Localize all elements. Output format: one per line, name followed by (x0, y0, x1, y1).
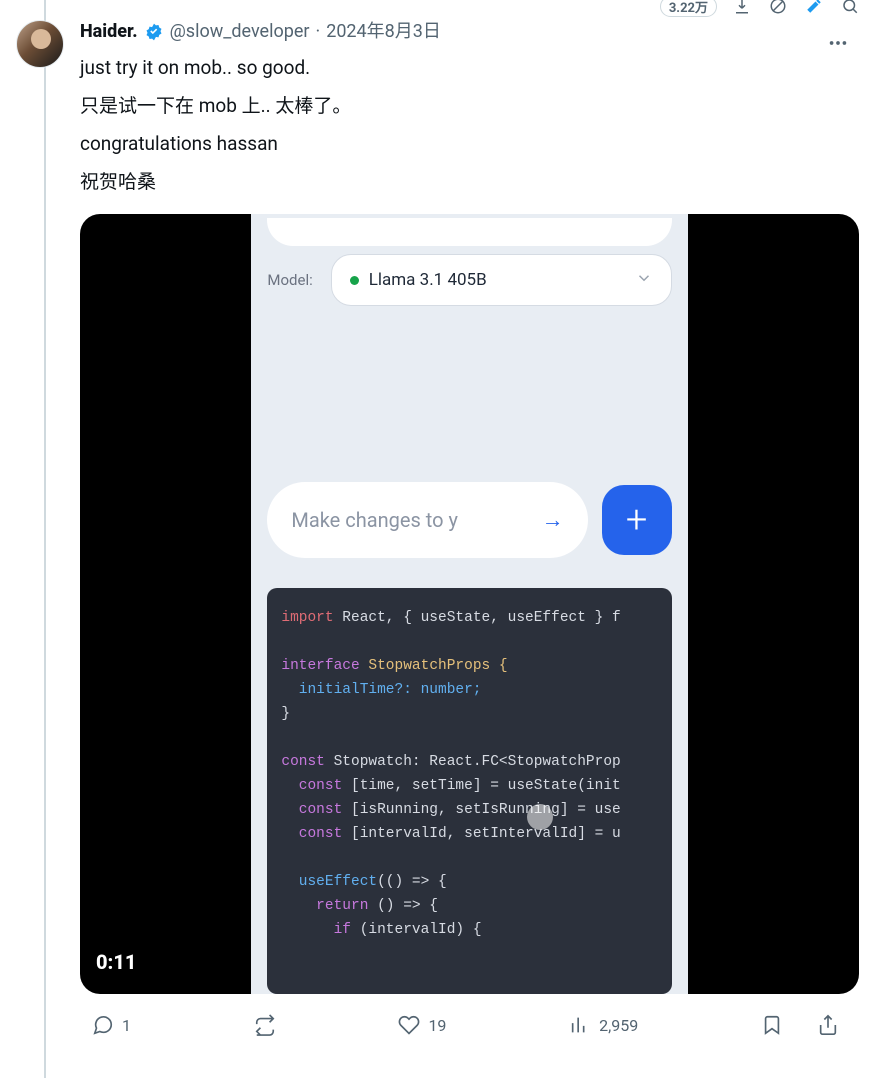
count-pill[interactable]: 3.22万 (660, 0, 717, 17)
add-button[interactable]: + (602, 485, 672, 555)
tweet-text-line: 祝贺哈桑 (80, 168, 859, 196)
input-row: Make changes to y → + (251, 482, 687, 558)
share-button[interactable] (809, 1008, 847, 1042)
code-token: interface (281, 658, 359, 674)
prompt-placeholder: Make changes to y (291, 508, 458, 532)
highlighter-icon[interactable] (803, 0, 825, 17)
more-button[interactable] (821, 26, 855, 60)
code-token: const (281, 826, 342, 842)
separator-dot: · (316, 20, 321, 44)
download-icon[interactable] (731, 0, 753, 17)
code-token: [time, setTime] = useState(init (342, 778, 620, 794)
code-token: initialTime?: number; (281, 682, 481, 698)
code-token: StopwatchProps { (360, 658, 508, 674)
model-label: Model: (267, 271, 312, 289)
display-name[interactable]: Haider. (80, 20, 138, 44)
status-dot-icon (350, 276, 359, 285)
reply-count: 1 (122, 1016, 131, 1035)
tweet-date[interactable]: 2024年8月3日 (326, 20, 441, 44)
reply-button[interactable]: 1 (84, 1008, 139, 1042)
right-actions (753, 1008, 847, 1042)
model-row: Model: Llama 3.1 405B (251, 254, 687, 306)
search-icon[interactable] (839, 0, 861, 17)
code-token: () => { (368, 898, 438, 914)
tweet-main: Haider. @slow_developer · 2024年8月3日 just… (72, 20, 859, 1042)
code-token: } (281, 706, 290, 722)
tweet-text-line: just try it on mob.. so good. (80, 54, 859, 82)
verified-badge-icon (144, 22, 164, 42)
code-token: [isRunning, setIsRunning] = use (342, 802, 620, 818)
view-count: 2,959 (599, 1016, 638, 1035)
tweet-text-line: congratulations hassan (80, 130, 859, 158)
code-token: const (281, 754, 325, 770)
plus-icon: + (626, 498, 647, 542)
code-token: useEffect (281, 874, 377, 890)
spacer (251, 306, 687, 482)
phone-viewport: Model: Llama 3.1 405B Make changes to y … (251, 214, 687, 994)
tweet: Haider. @slow_developer · 2024年8月3日 just… (0, 0, 875, 1042)
top-actions: 3.22万 (660, 0, 861, 12)
code-token: const (281, 778, 342, 794)
no-symbol-icon[interactable] (767, 0, 789, 17)
arrow-right-icon[interactable]: → (542, 507, 564, 533)
model-name: Llama 3.1 405B (369, 270, 487, 290)
model-select[interactable]: Llama 3.1 405B (331, 254, 672, 306)
avatar-column (16, 20, 72, 1042)
code-token: const (281, 802, 342, 818)
video-duration: 0:11 (96, 950, 136, 974)
media-video[interactable]: Model: Llama 3.1 405B Make changes to y … (80, 214, 859, 994)
code-block: import React, { useState, useEffect } f … (267, 588, 671, 994)
code-token: if (281, 922, 351, 938)
code-token: Stopwatch: React.FC<StopwatchProp (325, 754, 621, 770)
tweet-text-line: 只是试一下在 mob 上.. 太棒了。 (80, 92, 859, 120)
prompt-input[interactable]: Make changes to y → (267, 482, 587, 558)
code-token: return (281, 898, 368, 914)
views-button[interactable]: 2,959 (561, 1008, 646, 1042)
handle[interactable]: @slow_developer (170, 20, 310, 44)
action-bar: 1 19 2,959 (80, 994, 859, 1042)
tweet-header: Haider. @slow_developer · 2024年8月3日 (80, 20, 859, 44)
code-token: [intervalId, setIntervalId] = u (342, 826, 620, 842)
bookmark-button[interactable] (753, 1008, 791, 1042)
code-token: import (281, 610, 333, 626)
avatar[interactable] (16, 20, 64, 68)
like-count: 19 (428, 1016, 446, 1035)
code-token: React, { useState, useEffect } f (334, 610, 621, 626)
tweet-body: just try it on mob.. so good. 只是试一下在 mob… (80, 54, 859, 196)
chevron-down-icon (635, 269, 653, 292)
top-field (267, 218, 671, 246)
code-token: (() => { (377, 874, 447, 890)
retweet-button[interactable] (246, 1008, 284, 1042)
like-button[interactable]: 19 (390, 1008, 454, 1042)
code-token: (intervalId) { (351, 922, 482, 938)
